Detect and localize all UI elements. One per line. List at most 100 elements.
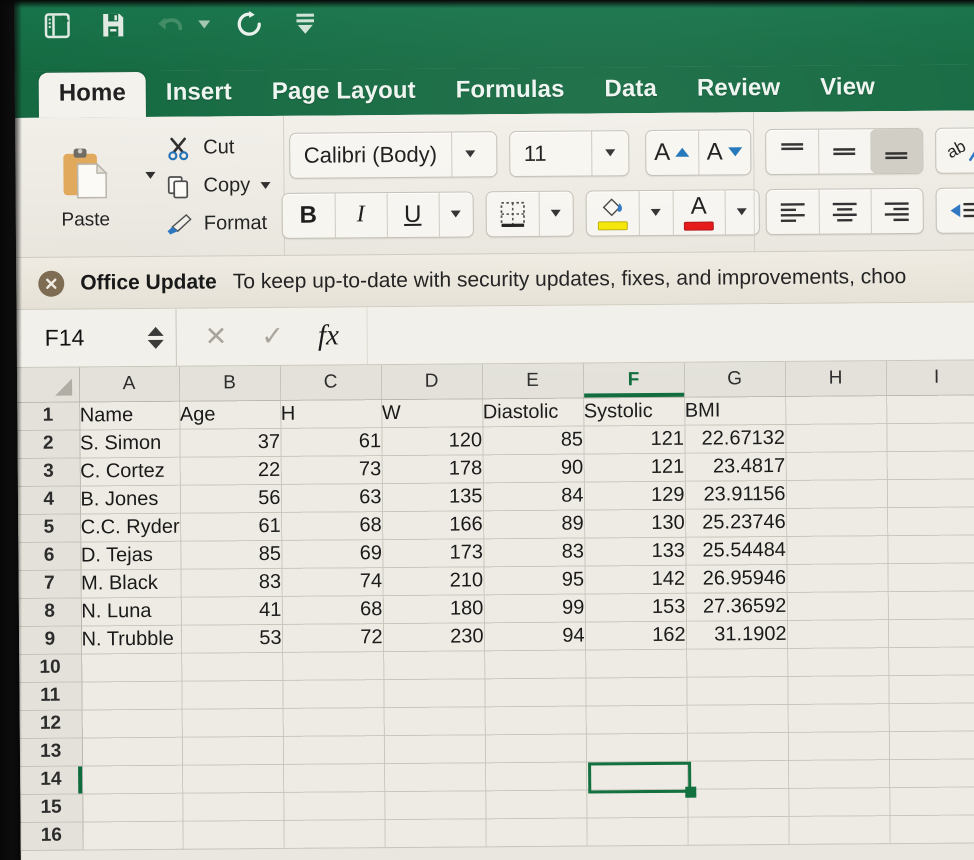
- cell-D4[interactable]: 135: [381, 482, 484, 512]
- cell-H8[interactable]: [786, 591, 888, 620]
- cell-G11[interactable]: [686, 675, 788, 705]
- cell-F16[interactable]: [586, 816, 688, 846]
- cell-F5[interactable]: 130: [584, 508, 686, 538]
- cell-E5[interactable]: 89: [483, 509, 585, 539]
- cell-D10[interactable]: [383, 650, 485, 680]
- cell-F3[interactable]: 121: [583, 452, 685, 482]
- cell-G2[interactable]: 22.67132: [684, 423, 786, 453]
- cell-B10[interactable]: [181, 651, 283, 681]
- cell-G1[interactable]: BMI: [684, 395, 786, 425]
- cell-A7[interactable]: M. Black: [80, 568, 181, 598]
- cell-E2[interactable]: 85: [482, 425, 584, 455]
- cell-I3[interactable]: [886, 450, 974, 480]
- select-all-corner[interactable]: [16, 367, 80, 402]
- tab-data[interactable]: Data: [584, 68, 677, 114]
- cell-G4[interactable]: 23.91156: [684, 479, 787, 509]
- cell-E16[interactable]: [485, 817, 587, 847]
- italic-button[interactable]: I: [334, 192, 387, 237]
- customize-toolbar-icon[interactable]: [288, 6, 322, 42]
- cell-H6[interactable]: [786, 535, 888, 564]
- row-header-4[interactable]: 4: [17, 485, 81, 514]
- cell-F1[interactable]: Systolic: [583, 396, 685, 426]
- cell-C6[interactable]: 69: [281, 539, 383, 568]
- row-header-14[interactable]: 14: [20, 765, 83, 794]
- cell-A1[interactable]: Name: [79, 400, 180, 430]
- column-header-a[interactable]: A: [78, 366, 180, 402]
- cell-D3[interactable]: 178: [381, 454, 483, 484]
- wrap-text-button[interactable]: ab: [934, 126, 974, 174]
- paste-button[interactable]: Paste: [33, 143, 138, 232]
- font-color-button[interactable]: A: [672, 189, 725, 235]
- tab-formulas[interactable]: Formulas: [435, 69, 584, 115]
- cell-D6[interactable]: 173: [382, 538, 484, 568]
- cell-I14[interactable]: [889, 758, 974, 788]
- cell-D5[interactable]: 166: [382, 510, 484, 540]
- borders-dropdown-icon[interactable]: [538, 191, 573, 236]
- cell-A12[interactable]: [81, 708, 182, 738]
- grow-font-button[interactable]: A: [646, 130, 698, 174]
- cell-I1[interactable]: [886, 394, 974, 424]
- cell-H14[interactable]: [788, 759, 890, 788]
- cell-A15[interactable]: [82, 792, 183, 822]
- cell-G8[interactable]: 27.36592: [685, 591, 787, 621]
- tab-insert[interactable]: Insert: [146, 71, 252, 117]
- cell-E7[interactable]: 95: [483, 565, 585, 595]
- cell-B7[interactable]: 83: [180, 567, 282, 597]
- align-left-button[interactable]: [766, 189, 818, 233]
- cell-H10[interactable]: [787, 647, 889, 676]
- copy-dropdown-icon[interactable]: [260, 181, 271, 190]
- cell-I8[interactable]: [887, 590, 974, 620]
- cell-G16[interactable]: [687, 815, 789, 845]
- cell-C9[interactable]: 72: [281, 623, 384, 652]
- cell-F11[interactable]: [585, 676, 687, 706]
- row-header-13[interactable]: 13: [19, 737, 83, 766]
- cell-B11[interactable]: [181, 679, 283, 709]
- row-header-3[interactable]: 3: [17, 457, 80, 486]
- cell-H13[interactable]: [787, 731, 890, 760]
- cell-A11[interactable]: [81, 680, 182, 710]
- cell-A10[interactable]: [81, 652, 182, 682]
- cell-E10[interactable]: [484, 649, 586, 679]
- align-bottom-button[interactable]: [869, 128, 922, 173]
- cell-B6[interactable]: 85: [180, 539, 282, 569]
- font-name-dropdown-icon[interactable]: [452, 150, 488, 158]
- align-middle-button[interactable]: [817, 128, 870, 174]
- cell-I9[interactable]: [887, 618, 974, 648]
- cell-D7[interactable]: 210: [382, 566, 484, 596]
- cell-C4[interactable]: 63: [280, 483, 383, 512]
- underline-button[interactable]: U: [386, 192, 439, 237]
- cell-H5[interactable]: [786, 507, 888, 536]
- cell-F9[interactable]: 162: [584, 620, 687, 650]
- new-from-template-icon[interactable]: [40, 8, 74, 44]
- cell-H11[interactable]: [787, 675, 889, 704]
- cell-G5[interactable]: 25.23746: [685, 507, 787, 537]
- bold-button[interactable]: B: [282, 193, 334, 237]
- cell-F13[interactable]: [585, 732, 688, 762]
- cell-C1[interactable]: H: [280, 399, 382, 428]
- cell-C5[interactable]: 68: [281, 511, 383, 540]
- row-header-12[interactable]: 12: [19, 709, 82, 738]
- copy-button[interactable]: Copy: [163, 171, 271, 200]
- column-header-e[interactable]: E: [481, 363, 584, 399]
- cell-A5[interactable]: C.C. Ryder: [80, 512, 181, 542]
- cell-G10[interactable]: [686, 647, 788, 677]
- cell-F12[interactable]: [585, 704, 687, 734]
- save-icon[interactable]: [96, 7, 130, 43]
- undo-icon[interactable]: [152, 7, 186, 43]
- cell-E13[interactable]: [484, 733, 587, 763]
- cell-C2[interactable]: 61: [280, 427, 382, 456]
- cell-A4[interactable]: B. Jones: [79, 484, 181, 514]
- column-header-h[interactable]: H: [784, 361, 887, 396]
- font-size-dropdown-icon[interactable]: [592, 149, 628, 157]
- cell-I11[interactable]: [888, 674, 974, 704]
- cell-G13[interactable]: [686, 731, 789, 761]
- formula-input[interactable]: [366, 302, 974, 365]
- cell-E6[interactable]: 83: [483, 537, 585, 567]
- cell-F14[interactable]: [586, 760, 688, 790]
- cell-F8[interactable]: 153: [584, 592, 686, 622]
- cell-G3[interactable]: 23.4817: [684, 451, 786, 481]
- cell-B13[interactable]: [181, 735, 284, 765]
- cell-H7[interactable]: [786, 563, 888, 592]
- cut-button[interactable]: Cut: [163, 133, 270, 162]
- cell-I5[interactable]: [887, 506, 974, 536]
